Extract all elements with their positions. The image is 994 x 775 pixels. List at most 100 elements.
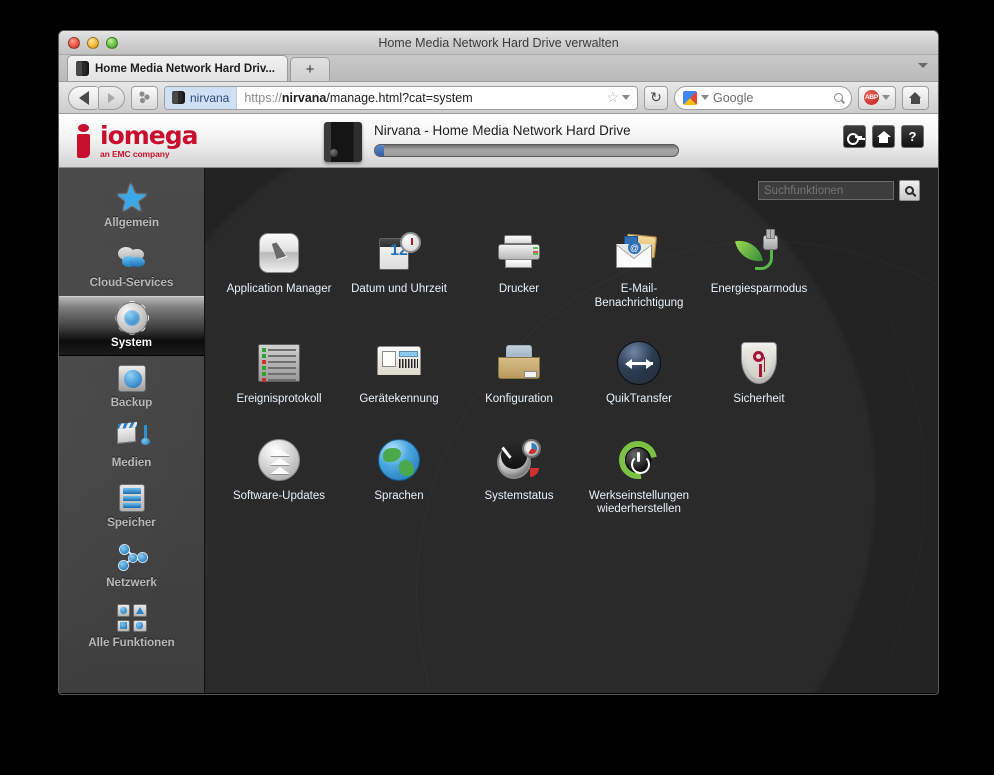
minimize-button[interactable]: [87, 37, 99, 49]
search-button[interactable]: [899, 180, 920, 201]
close-button[interactable]: [68, 37, 80, 49]
iomega-logo[interactable]: iomega an EMC company: [75, 123, 199, 159]
grid-item-label: Drucker: [498, 283, 540, 295]
bookmark-controls[interactable]: ☆: [606, 89, 637, 106]
chevron-down-icon[interactable]: [882, 95, 890, 100]
grid-item-sprachen[interactable]: Sprachen: [339, 437, 459, 517]
search-engine-label: Google: [713, 90, 754, 105]
sidebar-item-alle-funktionen[interactable]: Alle Funktionen: [59, 596, 204, 656]
browser-search-box[interactable]: Google: [674, 85, 852, 110]
grid-item-geraetekennung[interactable]: Gerätekennung: [339, 340, 459, 407]
grid-item-label: Konfiguration: [485, 393, 553, 406]
grid-item-energiesparmodus[interactable]: Energiesparmodus: [699, 229, 819, 310]
drive-icon: [76, 61, 89, 76]
calendar-clock-icon: 12: [376, 230, 422, 276]
gauge-icon: [496, 437, 542, 483]
transfer-arrows-icon: [616, 340, 662, 386]
chevron-down-icon[interactable]: [622, 95, 630, 100]
key-icon: [847, 132, 862, 145]
grid-item-label: Energiesparmodus: [710, 283, 808, 295]
grid-item-application-manager[interactable]: Application Manager: [219, 230, 339, 310]
nas-device-icon: [324, 122, 362, 162]
forward-button[interactable]: [98, 85, 125, 110]
home-button-app[interactable]: [872, 125, 895, 148]
reload-icon: ↻: [650, 89, 662, 105]
media-icon: [115, 422, 150, 454]
star-icon: [115, 182, 149, 214]
grid-item-werkseinstellungen-wiederherstellen[interactable]: Werkseinstellungen wiederherstellen: [579, 433, 699, 517]
sidebar-item-cloud-services[interactable]: Cloud-Services: [59, 236, 204, 296]
grid-item-systemstatus[interactable]: Systemstatus: [459, 437, 579, 517]
chevron-down-icon[interactable]: [701, 95, 709, 100]
reload-button[interactable]: ↻: [644, 85, 668, 110]
new-tab-button[interactable]: +: [290, 57, 330, 81]
share-button[interactable]: [131, 85, 158, 110]
login-button[interactable]: [843, 125, 866, 148]
grid-item-label: Sicherheit: [733, 393, 785, 406]
sidebar-item-speicher[interactable]: Speicher: [59, 476, 204, 536]
url-text[interactable]: https://nirvana/manage.html?cat=system: [237, 91, 606, 105]
site-identity-badge[interactable]: nirvana: [165, 86, 238, 109]
home-button[interactable]: [902, 85, 929, 110]
safe-clock-icon: [115, 362, 149, 394]
sidebar-item-label: Medien: [111, 457, 152, 470]
capacity-bar: [374, 144, 679, 157]
url-host: nirvana: [281, 90, 327, 105]
grid-item-label: Systemstatus: [484, 489, 554, 502]
search-icon: [905, 186, 914, 195]
grid-item-ereignisprotokoll[interactable]: Ereignisprotokoll: [219, 340, 339, 407]
all-functions-icon: [115, 602, 149, 634]
grid-item-konfiguration[interactable]: Konfiguration: [459, 340, 579, 407]
power-reset-icon: [611, 433, 665, 487]
grid-item-label: Datum und Uhrzeit: [351, 283, 447, 295]
sidebar-item-label: Allgemein: [104, 217, 159, 230]
grid-item-label: Software-Updates: [232, 489, 326, 502]
sidebar-item-system[interactable]: System: [59, 296, 204, 356]
address-bar[interactable]: nirvana https://nirvana/manage.html?cat=…: [164, 85, 638, 110]
grid-item-sicherheit[interactable]: Sicherheit: [699, 340, 819, 407]
home-icon: [876, 130, 891, 143]
web-page: iomega an EMC company Nirvana - Home Med…: [59, 114, 938, 694]
help-button[interactable]: ?: [901, 125, 924, 148]
sidebar-item-medien[interactable]: Medien: [59, 416, 204, 476]
adblock-icon: ABP: [864, 90, 879, 105]
grid-item-label: QuikTransfer: [605, 393, 673, 406]
device-name: Nirvana - Home Media Network Hard Drive: [374, 123, 631, 138]
feature-search: [758, 180, 920, 201]
search-icon[interactable]: [834, 93, 843, 102]
star-icon[interactable]: ☆: [606, 89, 619, 106]
sidebar-item-label: Speicher: [107, 517, 156, 530]
sidebar-item-netzwerk[interactable]: Netzwerk: [59, 536, 204, 596]
grid-item-quiktransfer[interactable]: QuikTransfer: [579, 340, 699, 407]
chevron-down-icon[interactable]: [918, 63, 928, 68]
site-favicon-icon: [172, 91, 185, 104]
search-input[interactable]: [758, 181, 894, 200]
grid-item-drucker[interactable]: Drucker: [459, 230, 579, 310]
sidebar-item-backup[interactable]: Backup: [59, 356, 204, 416]
grid-item-software-updates[interactable]: Software-Updates: [219, 437, 339, 517]
tab-active[interactable]: Home Media Network Hard Driv...: [67, 55, 288, 81]
adblock-button[interactable]: ABP: [858, 85, 896, 110]
back-button[interactable]: [68, 85, 98, 110]
printer-icon: [496, 230, 542, 276]
url-scheme: https://: [244, 90, 282, 105]
iomega-mark-icon: [75, 123, 92, 158]
header-buttons: ?: [843, 125, 924, 148]
zoom-button[interactable]: [106, 37, 118, 49]
sidebar-item-allgemein[interactable]: Allgemein: [59, 176, 204, 236]
feature-icon-grid: Application Manager 12 Datum und Uhrzeit…: [205, 168, 938, 517]
upgrade-arrows-icon: [256, 437, 302, 483]
sidebar-item-label: Netzwerk: [106, 577, 157, 590]
grid-item-datum-und-uhrzeit[interactable]: 12 Datum und Uhrzeit: [339, 230, 459, 310]
at-symbol: @: [628, 241, 641, 254]
grid-item-label: Werkseinstellungen wiederherstellen: [588, 489, 690, 516]
grid-item-email-benachrichtigung[interactable]: @ E-Mail-Benachrichtigung: [579, 230, 699, 310]
share-icon: [139, 91, 150, 104]
window-title: Home Media Network Hard Drive verwalten: [378, 36, 619, 50]
sidebar-item-label: Cloud-Services: [89, 277, 174, 290]
home-icon: [909, 91, 922, 104]
question-icon: ?: [908, 129, 917, 144]
grid-item-label: E-Mail-Benachrichtigung: [594, 283, 684, 309]
new-tab-label: +: [305, 61, 315, 78]
sidebar-item-label: System: [111, 337, 152, 350]
